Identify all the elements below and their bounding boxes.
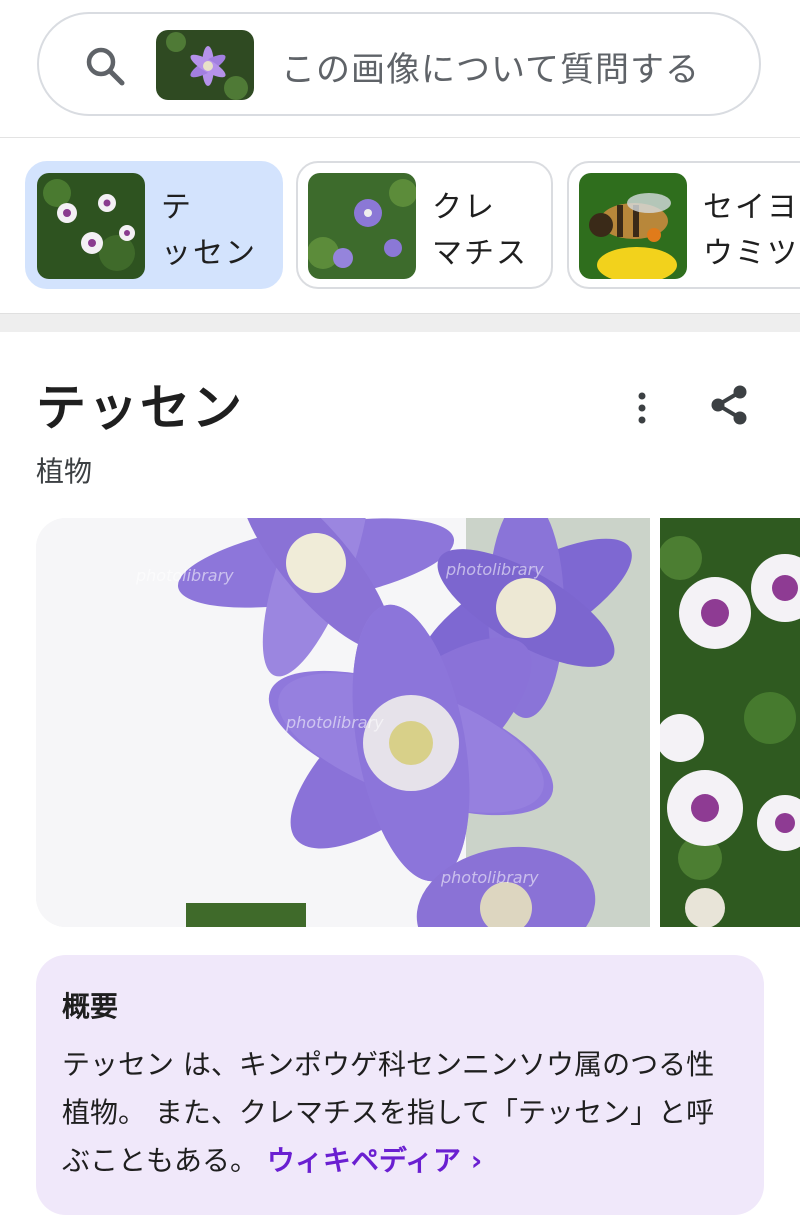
- overview-text: テッセン は、キンポウゲ科センニンソウ属のつる性植物。 また、クレマチスを指して…: [62, 1041, 742, 1185]
- overview-card: 概要 テッセン は、キンポウゲ科センニンソウ属のつる性植物。 また、クレマチスを…: [36, 955, 764, 1215]
- search-bar[interactable]: この画像について質問する: [37, 12, 761, 116]
- section-separator: [0, 313, 800, 332]
- watermark-text: photolibrary: [136, 566, 234, 585]
- chip-label: セイヨ ウミツ: [703, 190, 799, 271]
- chip-honeybee[interactable]: セイヨ ウミツ: [567, 161, 800, 289]
- chip-tessen[interactable]: テッセン: [25, 161, 283, 289]
- chip-clematis[interactable]: クレ マチス: [296, 161, 553, 289]
- entity-title: テッセン: [36, 379, 244, 437]
- watermark-text: photolibrary: [286, 713, 384, 732]
- wikipedia-link[interactable]: ウィキペディア ›: [267, 1144, 482, 1177]
- divider: [0, 137, 800, 138]
- chip-thumbnail: [37, 173, 145, 279]
- entity-image-main[interactable]: photolibrary photolibrary photolibrary p…: [36, 518, 650, 927]
- search-input[interactable]: この画像について質問する: [281, 42, 700, 91]
- search-icon[interactable]: [83, 44, 127, 88]
- chip-thumbnail: [308, 173, 416, 279]
- chip-label: クレ マチス: [432, 190, 528, 271]
- query-image-thumbnail[interactable]: [156, 30, 254, 100]
- more-vert-icon[interactable]: [626, 388, 658, 428]
- watermark-text: photolibrary: [446, 560, 544, 579]
- chip-label: テッセン: [161, 190, 257, 271]
- chip-thumbnail: [579, 173, 687, 279]
- overview-title: 概要: [62, 990, 119, 1023]
- entity-image-secondary[interactable]: [660, 518, 800, 927]
- watermark-text: photolibrary: [441, 868, 539, 887]
- entity-subtitle: 植物: [36, 455, 93, 488]
- share-icon[interactable]: [706, 382, 752, 428]
